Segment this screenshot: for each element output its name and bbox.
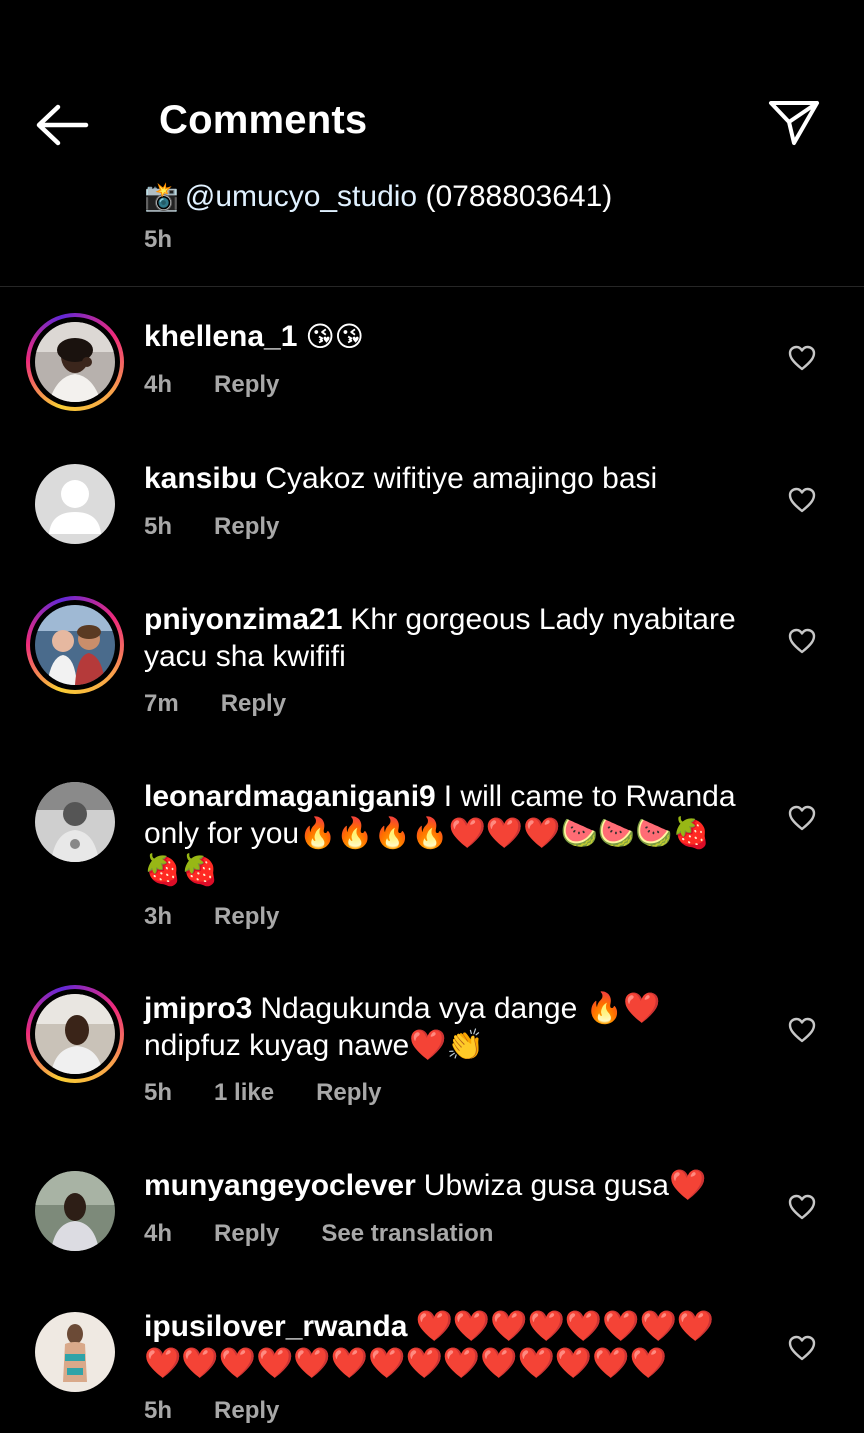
comment-time: 4h [144, 371, 173, 398]
like-button[interactable] [788, 805, 816, 831]
like-button[interactable] [788, 628, 816, 654]
comment-meta: 5h 1 like Reply [144, 1079, 423, 1107]
like-button[interactable] [788, 1194, 816, 1220]
comment-meta: 3h Reply [144, 903, 321, 931]
share-button[interactable] [766, 98, 822, 148]
avatar[interactable] [26, 1162, 124, 1260]
post-caption: 📸 @umucyo_studio (0788803641) 5h [144, 178, 834, 254]
like-button[interactable] [788, 487, 816, 513]
reply-button[interactable]: Reply [214, 903, 279, 930]
comment-username[interactable]: leonardmaganigani9 [144, 780, 436, 813]
comment-meta: 5h Reply [144, 513, 321, 541]
avatar[interactable] [26, 773, 124, 871]
comment-time: 5h [144, 1397, 173, 1424]
comment-username[interactable]: ipusilover_rwanda [144, 1310, 407, 1343]
comment-time: 7m [144, 690, 179, 717]
comment-text: pniyonzima21 Khr gorgeous Lady nyabitare … [144, 603, 736, 673]
comment-time: 5h [144, 1079, 173, 1106]
heart-icon [788, 805, 816, 831]
caption-body: (0788803641) [417, 180, 613, 213]
avatar[interactable] [26, 985, 124, 1083]
comment-time: 3h [144, 903, 173, 930]
heart-icon [788, 1335, 816, 1361]
comment-username[interactable]: munyangeyoclever [144, 1169, 416, 1202]
camera-icon: 📸 [144, 180, 179, 213]
comment-text: jmipro3 Ndagukunda vya dange 🔥❤️ ndipfuz … [144, 992, 661, 1062]
avatar[interactable] [26, 1303, 124, 1401]
reply-button[interactable]: Reply [316, 1079, 381, 1106]
see-translation-button[interactable]: See translation [321, 1220, 493, 1247]
comment-text: ipusilover_rwanda ❤️❤️❤️❤️❤️❤️❤️❤️❤️❤️❤️❤… [144, 1310, 715, 1380]
heart-icon [788, 1194, 816, 1220]
heart-icon [788, 345, 816, 371]
heart-icon [788, 628, 816, 654]
caption-mention[interactable]: @umucyo_studio [185, 180, 417, 213]
comment-meta: 5h Reply [144, 1397, 321, 1425]
comment-text: munyangeyoclever Ubwiza gusa gusa❤️ [144, 1169, 707, 1202]
arrow-left-icon [36, 104, 89, 146]
header: Comments [0, 0, 864, 175]
comment-text: leonardmaganigani9 I will came to Rwanda … [144, 780, 736, 887]
divider [0, 286, 864, 287]
back-button[interactable] [34, 103, 90, 147]
like-button[interactable] [788, 1335, 816, 1361]
page-title: Comments [159, 98, 368, 142]
caption-text: 📸 @umucyo_studio (0788803641) [144, 178, 834, 216]
comment-text: khellena_1 😘😘 [144, 320, 364, 353]
comment-username[interactable]: khellena_1 [144, 320, 297, 353]
avatar[interactable] [26, 596, 124, 694]
reply-button[interactable]: Reply [214, 1397, 279, 1424]
comment-meta: 7m Reply [144, 690, 328, 718]
heart-icon [788, 487, 816, 513]
comment-meta: 4h Reply [144, 371, 321, 399]
avatar[interactable] [26, 313, 124, 411]
like-button[interactable] [788, 345, 816, 371]
reply-button[interactable]: Reply [214, 371, 279, 398]
comment-time: 4h [144, 1220, 173, 1247]
like-button[interactable] [788, 1017, 816, 1043]
comment-username[interactable]: pniyonzima21 [144, 603, 342, 636]
comment-meta: 4h Reply See translation [144, 1220, 535, 1248]
heart-icon [788, 1017, 816, 1043]
paper-plane-icon [769, 101, 819, 145]
avatar[interactable] [26, 455, 124, 553]
like-count[interactable]: 1 like [214, 1079, 274, 1106]
comment-username[interactable]: kansibu [144, 462, 257, 495]
reply-button[interactable]: Reply [221, 690, 286, 717]
comment-username[interactable]: jmipro3 [144, 992, 252, 1025]
reply-button[interactable]: Reply [214, 513, 279, 540]
comment-text: kansibu Cyakoz wifitiye amajingo basi [144, 462, 658, 495]
caption-time: 5h [144, 226, 173, 253]
comment-time: 5h [144, 513, 173, 540]
reply-button[interactable]: Reply [214, 1220, 279, 1247]
